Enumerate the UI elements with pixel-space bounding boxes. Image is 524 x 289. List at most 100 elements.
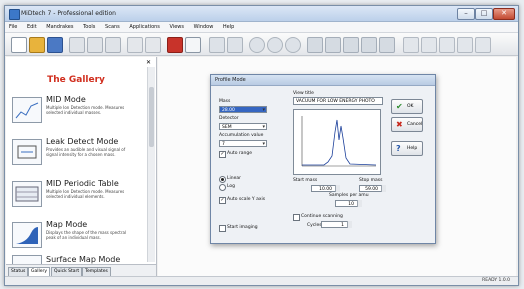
- gallery-item-name: Surface Map Mode: [46, 255, 121, 264]
- stop-mass-spin[interactable]: [381, 185, 386, 192]
- start-mass-spin[interactable]: [335, 185, 340, 192]
- table-mode-icon[interactable]: [343, 37, 359, 53]
- title-bar: MiDtech 7 - Professional edition – □ ✕: [5, 6, 518, 22]
- menu-file[interactable]: File: [9, 24, 17, 30]
- mid-mode-icon[interactable]: [307, 37, 323, 53]
- window-icon[interactable]: [457, 37, 473, 53]
- menu-help[interactable]: Help: [223, 24, 234, 30]
- continue-scanning-label: Continue scanning: [301, 214, 343, 219]
- help-icon[interactable]: [475, 37, 491, 53]
- gallery-item-desc: Multiple Ion Detection mode. Measures se…: [46, 189, 125, 199]
- dialog-title: Profile Mode: [215, 77, 246, 83]
- menu-scans[interactable]: Scans: [105, 24, 120, 30]
- new-file-icon[interactable]: [11, 37, 27, 53]
- log-label: Log: [227, 184, 236, 189]
- map-mode-icon[interactable]: [361, 37, 377, 53]
- gallery-item-map-mode[interactable]: Map Mode Displays the shape of the mass …: [12, 220, 144, 250]
- export-icon[interactable]: [439, 37, 455, 53]
- undo-icon[interactable]: [127, 37, 143, 53]
- gallery-item-name: MID Periodic Table: [46, 179, 119, 188]
- profile-mode-icon[interactable]: [379, 37, 395, 53]
- gallery-item-mid-periodic[interactable]: MID Periodic Table Multiple Ion Detectio…: [12, 179, 144, 209]
- gallery-item-name: Map Mode: [46, 220, 88, 229]
- periodic-table-thumbnail-icon: [12, 181, 42, 207]
- detector-select[interactable]: SEM: [219, 123, 267, 131]
- copy-icon[interactable]: [87, 37, 103, 53]
- scrollbar-thumb[interactable]: [149, 87, 154, 147]
- gallery-item-name: MID Mode: [46, 95, 86, 104]
- stop-mass-label: Stop mass: [359, 178, 383, 183]
- save-icon[interactable]: [47, 37, 63, 53]
- chart-icon[interactable]: [227, 37, 243, 53]
- detector-label: Detector: [219, 116, 239, 121]
- minimize-button[interactable]: –: [457, 8, 475, 20]
- paste-icon[interactable]: [105, 37, 121, 53]
- redo-icon[interactable]: [145, 37, 161, 53]
- cancel-button[interactable]: ✖ Cancel: [391, 117, 423, 132]
- mid-mode-thumbnail-icon: [12, 97, 42, 123]
- start-imaging-checkbox[interactable]: [219, 225, 226, 232]
- gallery-title: The Gallery: [47, 75, 105, 85]
- stop-icon[interactable]: [285, 37, 301, 53]
- view-title-label: View title: [293, 91, 314, 96]
- gallery-item-name: Leak Detect Mode: [46, 137, 119, 146]
- gallery-item-desc: Multiple Ion Detection mode. Measures se…: [46, 105, 125, 115]
- gallery-item-leak-detect[interactable]: Leak Detect Mode Provides an audible and…: [12, 137, 144, 167]
- accumulation-select[interactable]: 7: [219, 140, 267, 148]
- menu-mandrakes[interactable]: Mandrakes: [46, 24, 73, 30]
- samples-label: Samples per amu: [329, 193, 369, 198]
- gallery-item-desc: Displays the shape of the mass spectral …: [46, 230, 127, 240]
- leak-mode-icon[interactable]: [325, 37, 341, 53]
- linear-radio[interactable]: [219, 176, 226, 183]
- auto-range-label: Auto range: [227, 151, 252, 156]
- auto-scale-label: Auto scale Y axis: [227, 197, 266, 202]
- log-radio[interactable]: [219, 184, 226, 191]
- print-icon[interactable]: [167, 37, 183, 53]
- cycles-label: Cycles: [307, 223, 322, 228]
- cut-icon[interactable]: [69, 37, 85, 53]
- view-title-input[interactable]: VACUUM FOR LOW ENERGY PHOTO: [293, 97, 383, 105]
- toolbar: [5, 33, 518, 56]
- preview-icon[interactable]: [185, 37, 201, 53]
- start-imaging-label: Start imaging: [227, 225, 258, 230]
- cycles-spin[interactable]: [347, 221, 352, 228]
- samples-spin[interactable]: [357, 200, 362, 207]
- help-button[interactable]: ? Help: [391, 141, 423, 156]
- auto-scale-checkbox[interactable]: ✓: [219, 197, 226, 204]
- menu-tools[interactable]: Tools: [83, 24, 95, 30]
- linear-label: Linear: [227, 176, 241, 181]
- open-folder-icon[interactable]: [29, 37, 45, 53]
- gallery-scrollbar[interactable]: [147, 67, 155, 262]
- ok-button[interactable]: ✔ OK: [391, 99, 423, 114]
- auto-range-checkbox[interactable]: ✓: [219, 151, 226, 158]
- close-button[interactable]: ✕: [493, 8, 515, 20]
- continue-scanning-checkbox[interactable]: [293, 214, 300, 221]
- dialog-title-bar: Profile Mode: [211, 75, 435, 86]
- pause-icon[interactable]: [267, 37, 283, 53]
- menu-edit[interactable]: Edit: [27, 24, 37, 30]
- gallery-item-desc: Provides an audible and visual signal of…: [46, 147, 126, 157]
- settings-icon[interactable]: [403, 37, 419, 53]
- report-icon[interactable]: [421, 37, 437, 53]
- gallery-item-mid-mode[interactable]: MID Mode Multiple Ion Detection mode. Me…: [12, 95, 144, 125]
- cross-icon: ✖: [396, 120, 403, 129]
- menu-window[interactable]: Window: [194, 24, 214, 30]
- cancel-button-label: Cancel: [407, 122, 423, 127]
- zoom-icon[interactable]: [209, 37, 225, 53]
- maximize-button[interactable]: □: [475, 8, 493, 20]
- gallery-panel: ✕ The Gallery MID Mode Multiple Ion Dete…: [6, 57, 157, 278]
- mass-label: Mass: [219, 99, 231, 104]
- profile-mode-dialog: Profile Mode Mass 28.00 Detector SEM Acc…: [210, 74, 436, 244]
- mass-select[interactable]: 28.00: [219, 106, 267, 114]
- menu-views[interactable]: Views: [170, 24, 184, 30]
- window-title: MiDtech 7 - Professional edition: [21, 10, 116, 17]
- checkmark-icon: ✔: [396, 102, 403, 111]
- close-panel-icon[interactable]: ✕: [146, 59, 151, 66]
- run-icon[interactable]: [249, 37, 265, 53]
- status-bar: READY 1.0.0: [5, 276, 518, 285]
- spectrum-preview: [293, 109, 381, 175]
- question-icon: ?: [396, 144, 401, 153]
- menu-bar: File Edit Mandrakes Tools Scans Applicat…: [5, 22, 518, 33]
- app-icon: [9, 9, 20, 20]
- menu-applications[interactable]: Applications: [129, 24, 160, 30]
